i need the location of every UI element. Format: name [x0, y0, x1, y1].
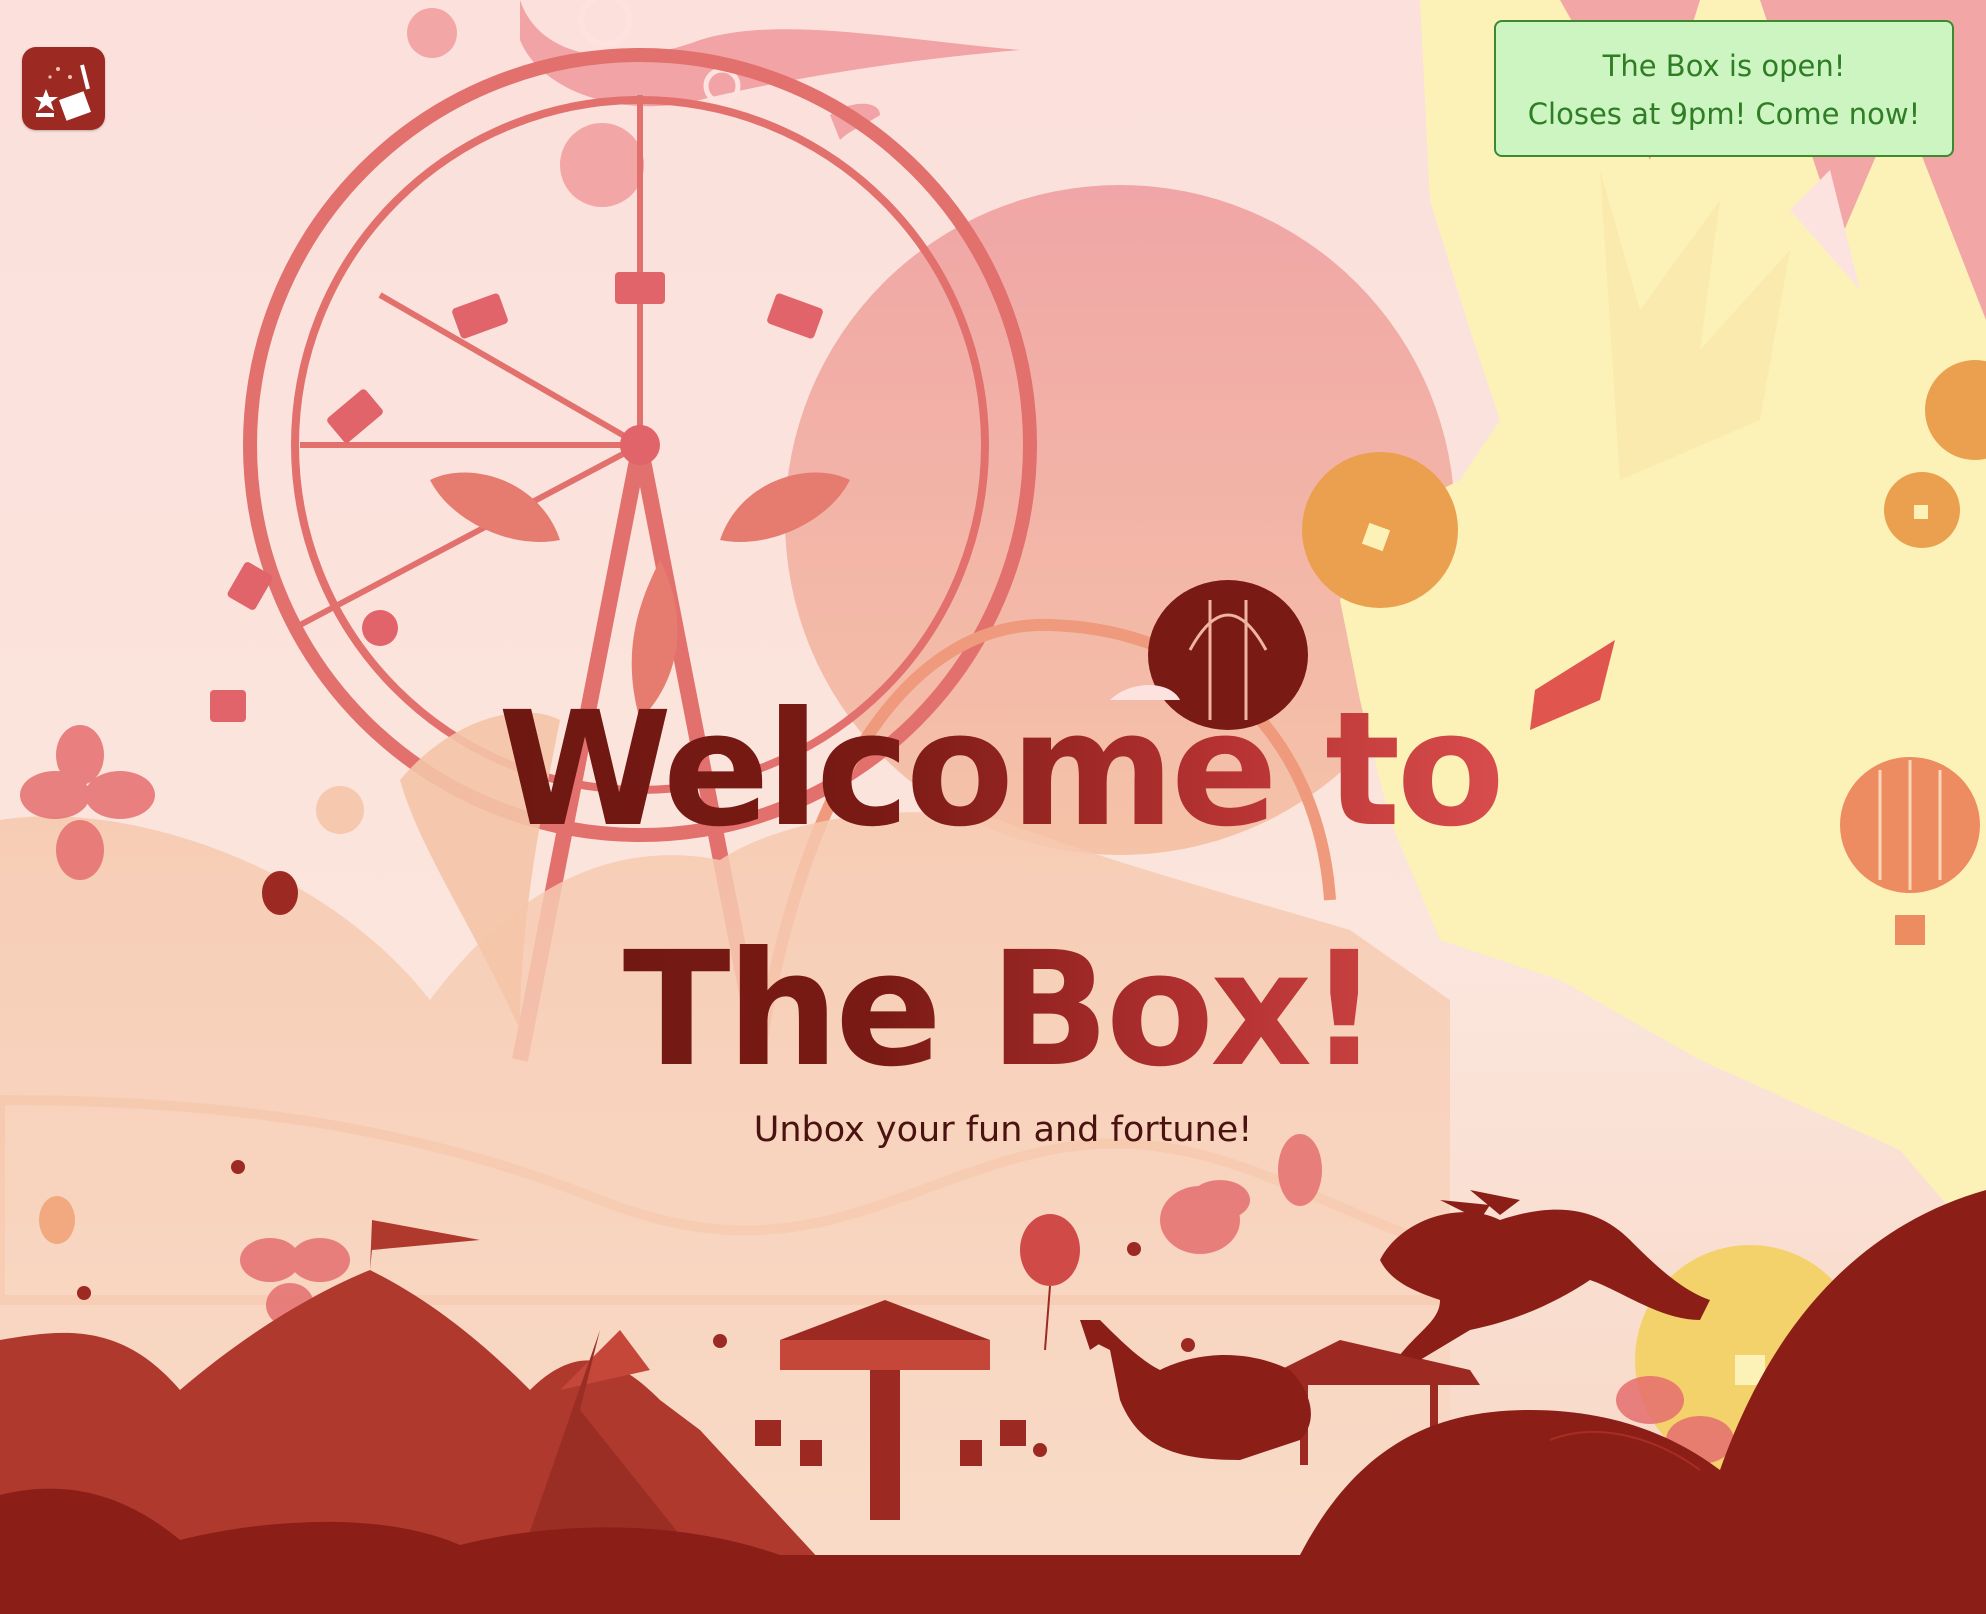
app-logo-button[interactable]: [22, 47, 105, 130]
status-open-text: The Box is open!: [1602, 49, 1846, 83]
hero-subtitle: Unbox your fun and fortune!: [753, 1110, 1253, 1150]
magic-box-icon: [34, 64, 91, 121]
status-hours-text: Closes at 9pm! Come now!: [1527, 97, 1921, 131]
hero-title-line-2: The Box!: [622, 918, 1377, 1102]
status-banner: The Box is open! Closes at 9pm! Come now…: [1494, 20, 1954, 157]
hero-title: Welcome to The Box!: [393, 650, 1606, 1130]
hero-title-line-1: Welcome to: [497, 678, 1502, 862]
